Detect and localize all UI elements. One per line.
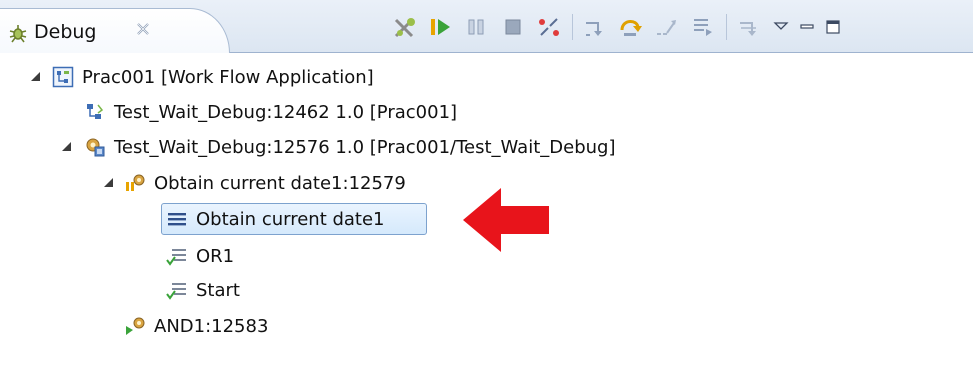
debug-view-icon xyxy=(9,25,27,43)
expand-collapse-icon[interactable] xyxy=(60,140,74,154)
expand-collapse-icon[interactable] xyxy=(102,176,116,190)
thread-suspended-icon xyxy=(126,174,145,191)
tree-item-selected[interactable]: Obtain current date1 xyxy=(166,202,385,236)
debug-view-tab[interactable]: Debug xyxy=(0,8,230,53)
tree-item[interactable]: AND1:12583 xyxy=(124,309,268,343)
tree-item-label: Test_Wait_Debug:12576 1.0 [Prac001/Test_… xyxy=(114,136,616,158)
close-icon[interactable] xyxy=(135,21,151,37)
tree-item[interactable]: Start xyxy=(166,273,240,307)
step-return-icon[interactable] xyxy=(652,12,682,42)
stack-frame-icon xyxy=(168,213,186,226)
remove-terminated-icon[interactable] xyxy=(390,12,420,42)
debug-target-icon xyxy=(86,138,105,157)
disconnect-icon[interactable] xyxy=(534,12,564,42)
toolbar-separator xyxy=(572,14,573,40)
tree-item[interactable]: Test_Wait_Debug:12576 1.0 [Prac001/Test_… xyxy=(84,130,615,164)
launch-config-icon xyxy=(52,66,74,88)
tree-item-label: Obtain current date1 xyxy=(196,208,385,230)
tree-item-label: Test_Wait_Debug:12462 1.0 [Prac001] xyxy=(114,101,458,123)
tree-item-label: AND1:12583 xyxy=(154,315,269,337)
stack-frame-done-icon xyxy=(166,283,186,300)
tree-item[interactable]: Prac001 [Work Flow Application] xyxy=(52,60,374,94)
stack-frame-done-icon xyxy=(166,249,186,266)
maximize-icon[interactable] xyxy=(818,12,848,42)
step-over-icon[interactable] xyxy=(616,12,646,42)
debug-tree: Prac001 [Work Flow Application] Test_Wai… xyxy=(0,53,973,380)
thread-running-icon xyxy=(126,317,145,335)
terminate-icon[interactable] xyxy=(498,12,528,42)
tree-item-label: OR1 xyxy=(196,245,235,267)
tree-item-label: Start xyxy=(196,279,240,301)
tree-item-label: Prac001 [Work Flow Application] xyxy=(82,66,374,88)
step-into-icon[interactable] xyxy=(580,12,610,42)
resume-icon[interactable] xyxy=(426,12,456,42)
tree-item[interactable]: OR1 xyxy=(166,239,234,273)
expand-collapse-icon[interactable] xyxy=(29,70,43,84)
toolbar-separator xyxy=(726,14,727,40)
view-header: Debug xyxy=(0,0,973,53)
red-arrow-icon xyxy=(463,188,549,252)
drop-to-frame-icon[interactable] xyxy=(688,12,718,42)
tree-item-label: Obtain current date1:12579 xyxy=(154,172,406,194)
step-filters-icon[interactable] xyxy=(734,12,764,42)
process-icon xyxy=(87,104,104,119)
tree-item[interactable]: Test_Wait_Debug:12462 1.0 [Prac001] xyxy=(84,95,457,129)
tree-item[interactable]: Obtain current date1:12579 xyxy=(124,166,406,200)
tab-title: Debug xyxy=(34,21,97,43)
suspend-icon[interactable] xyxy=(462,12,492,42)
